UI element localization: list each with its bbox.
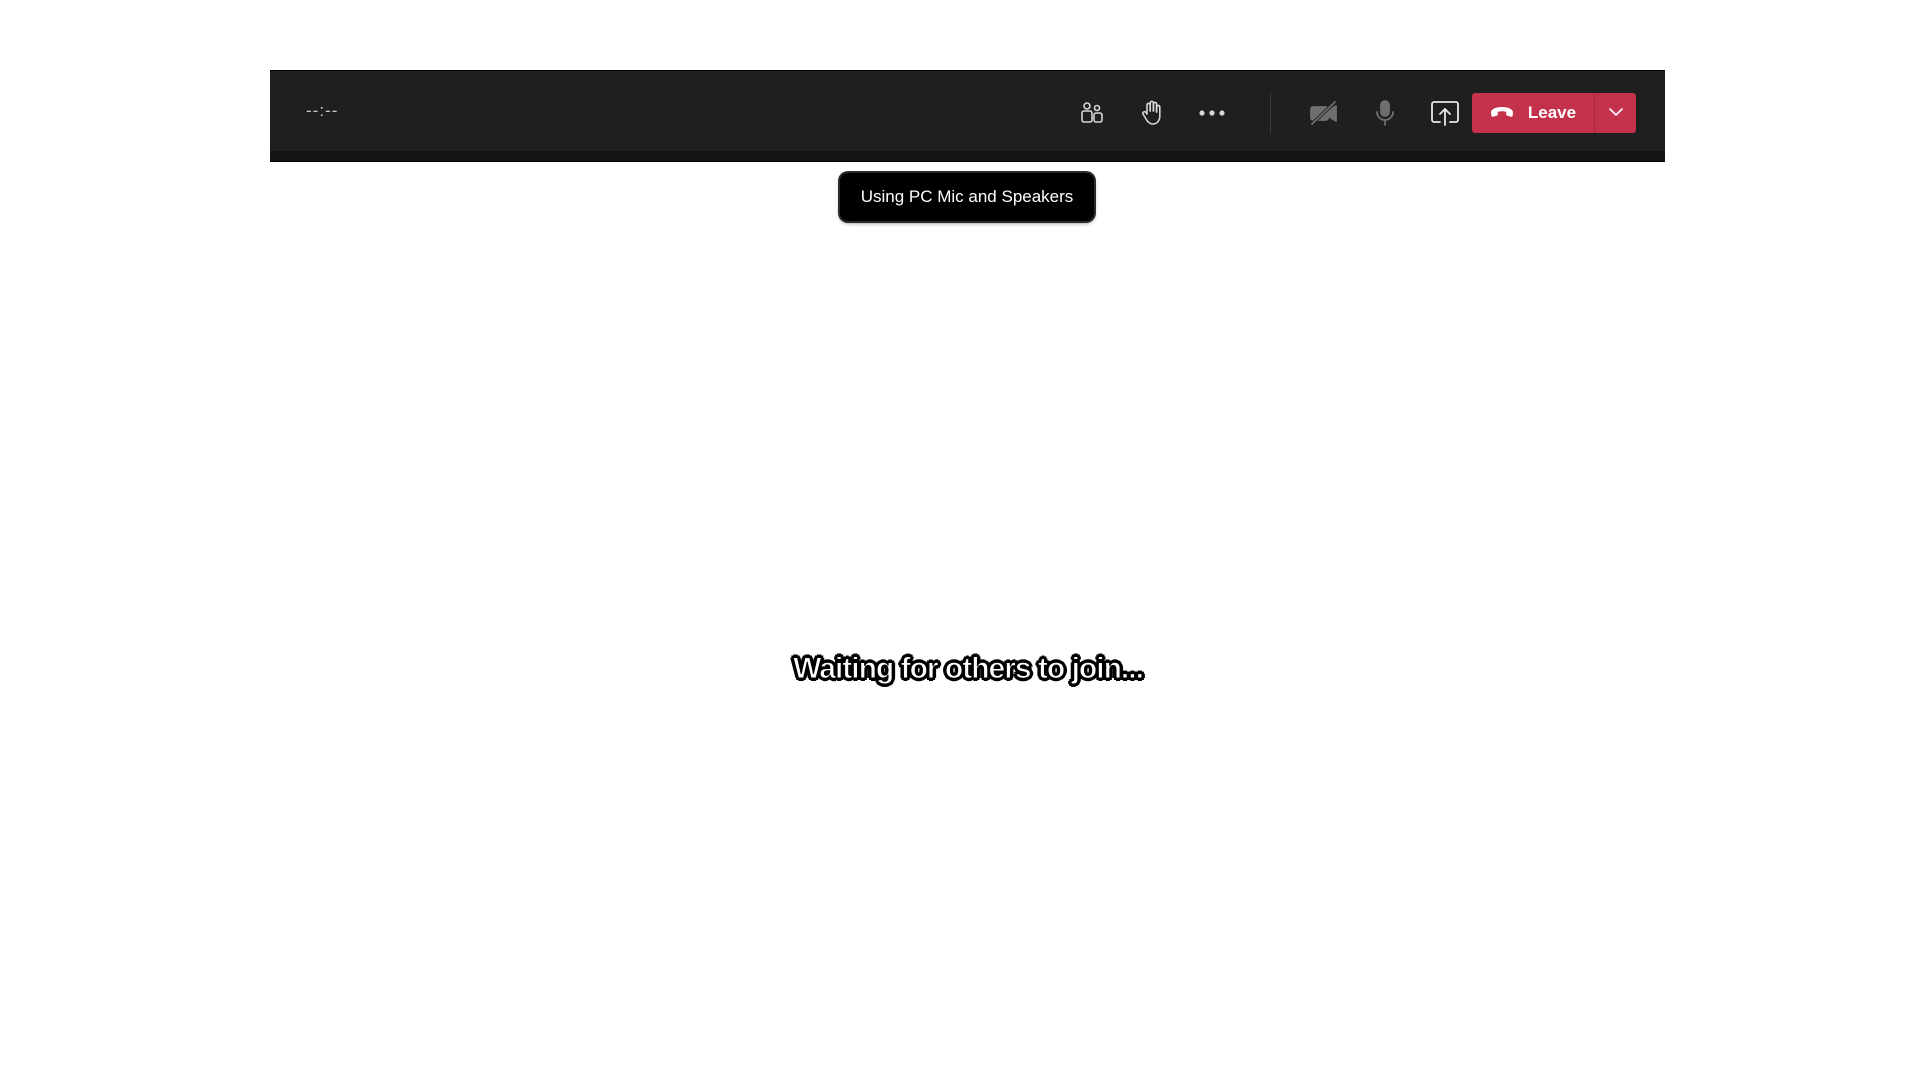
more-options-button[interactable] bbox=[1192, 93, 1232, 133]
leave-label: Leave bbox=[1527, 103, 1577, 122]
leave-button[interactable]: Leave bbox=[1472, 93, 1594, 133]
meeting-toolbar: --:-- Leave bbox=[270, 71, 1665, 161]
chevron-down-icon bbox=[1608, 104, 1624, 122]
share-screen-button[interactable] bbox=[1425, 93, 1465, 133]
microphone-toggle-button[interactable] bbox=[1365, 93, 1405, 133]
tooltip-text: Using PC Mic and Speakers bbox=[860, 187, 1074, 206]
people-icon bbox=[1079, 100, 1105, 126]
camera-toggle-button[interactable] bbox=[1304, 93, 1344, 133]
meeting-stage: --:-- Leave Using PC Mic and Speakers Wa… bbox=[0, 0, 1920, 1080]
leave-options-button[interactable] bbox=[1595, 93, 1636, 133]
raise-hand-icon bbox=[1139, 99, 1165, 127]
microphone-icon bbox=[1374, 99, 1396, 127]
toolbar-divider bbox=[1270, 93, 1271, 133]
more-options-icon bbox=[1198, 109, 1226, 117]
waiting-message: Waiting for others to join... bbox=[793, 652, 1145, 686]
leave-button-group: Leave bbox=[1472, 93, 1636, 133]
audio-device-tooltip: Using PC Mic and Speakers bbox=[840, 173, 1094, 221]
hang-up-icon bbox=[1490, 103, 1514, 123]
meeting-timer: --:-- bbox=[306, 101, 339, 120]
share-screen-icon bbox=[1430, 100, 1460, 126]
camera-off-icon bbox=[1309, 100, 1339, 126]
participants-button[interactable] bbox=[1072, 93, 1112, 133]
raise-hand-button[interactable] bbox=[1132, 93, 1172, 133]
